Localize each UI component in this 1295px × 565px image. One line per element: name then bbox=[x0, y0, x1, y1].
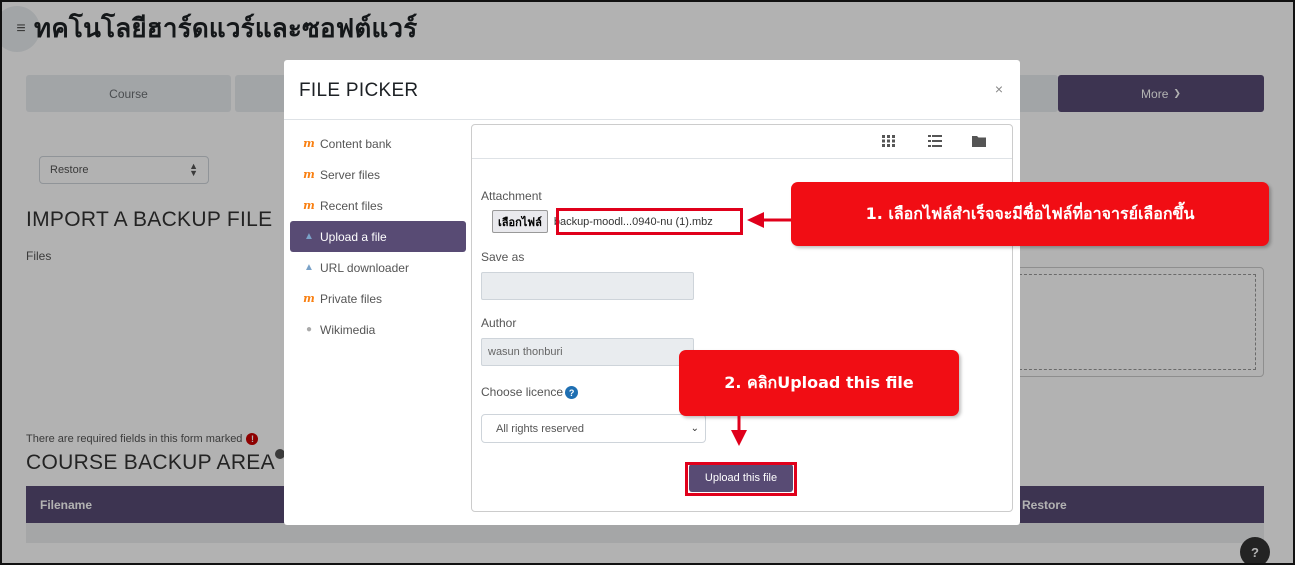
licence-select-value: All rights reserved bbox=[496, 422, 585, 435]
repository-private-files[interactable]: m Private files bbox=[290, 283, 466, 314]
licence-label: Choose licence bbox=[481, 385, 564, 399]
attachment-label: Attachment bbox=[481, 189, 542, 203]
repository-url-downloader[interactable]: ▲ URL downloader bbox=[290, 252, 466, 283]
folder-view-icon[interactable] bbox=[972, 135, 986, 150]
repository-upload-file[interactable]: ▲ Upload a file bbox=[290, 221, 466, 252]
repository-server-files[interactable]: m Server files bbox=[290, 159, 466, 190]
moodle-icon: m bbox=[303, 137, 315, 150]
dialog-header: FILE PICKER × bbox=[284, 60, 1020, 120]
moodle-icon: m bbox=[303, 292, 315, 305]
instruction-callout-2: 2. คลิกUpload this file bbox=[679, 350, 959, 416]
grid-view-icon[interactable] bbox=[882, 135, 895, 150]
repository-list: m Content bank m Server files m Recent f… bbox=[290, 128, 466, 345]
repository-wikimedia[interactable]: ● Wikimedia bbox=[290, 314, 466, 345]
repository-label: Recent files bbox=[320, 198, 383, 213]
dialog-title: FILE PICKER bbox=[299, 80, 419, 101]
author-label: Author bbox=[481, 316, 517, 330]
instruction-callout-1: 1. เลือกไฟล์สำเร็จจะมีชื่อไฟล์ที่อาจารย์… bbox=[791, 182, 1269, 246]
save-as-label: Save as bbox=[481, 250, 525, 264]
upload-icon: ▲ bbox=[304, 231, 314, 242]
moodle-icon: m bbox=[303, 168, 315, 181]
repository-label: URL downloader bbox=[320, 260, 409, 275]
help-icon[interactable]: ? bbox=[565, 386, 579, 400]
repository-label: Wikimedia bbox=[320, 322, 376, 337]
choose-file-button[interactable]: เลือกไฟล์ bbox=[492, 210, 548, 233]
repository-label: Private files bbox=[320, 291, 383, 306]
repository-recent-files[interactable]: m Recent files bbox=[290, 190, 466, 221]
repository-label: Server files bbox=[320, 167, 381, 182]
licence-select[interactable]: All rights reserved ⌄ bbox=[481, 414, 706, 443]
file-picker-dialog: FILE PICKER × m Content bank m Server fi… bbox=[284, 60, 1020, 525]
close-icon[interactable]: × bbox=[995, 81, 1003, 97]
list-view-icon[interactable] bbox=[928, 135, 942, 150]
screenshot-frame: ≡ ทคโนโลยีฮาร์ดแวร์และซอฟต์แวร์ Course M… bbox=[0, 0, 1295, 565]
licence-label-row: Choose licence? bbox=[481, 385, 579, 400]
repository-label: Content bank bbox=[320, 136, 392, 151]
file-name-highlight bbox=[556, 208, 743, 235]
upload-button-highlight bbox=[685, 462, 797, 496]
wikimedia-icon: ● bbox=[305, 324, 313, 335]
author-field[interactable]: wasun thonburi bbox=[481, 338, 694, 366]
view-toolbar bbox=[472, 125, 1012, 158]
save-as-field[interactable] bbox=[481, 272, 694, 300]
repository-label: Upload a file bbox=[320, 229, 387, 244]
chevron-down-icon: ⌄ bbox=[690, 423, 699, 434]
repository-content-bank[interactable]: m Content bank bbox=[290, 128, 466, 159]
url-downloader-icon: ▲ bbox=[304, 262, 314, 273]
moodle-icon: m bbox=[303, 199, 315, 212]
